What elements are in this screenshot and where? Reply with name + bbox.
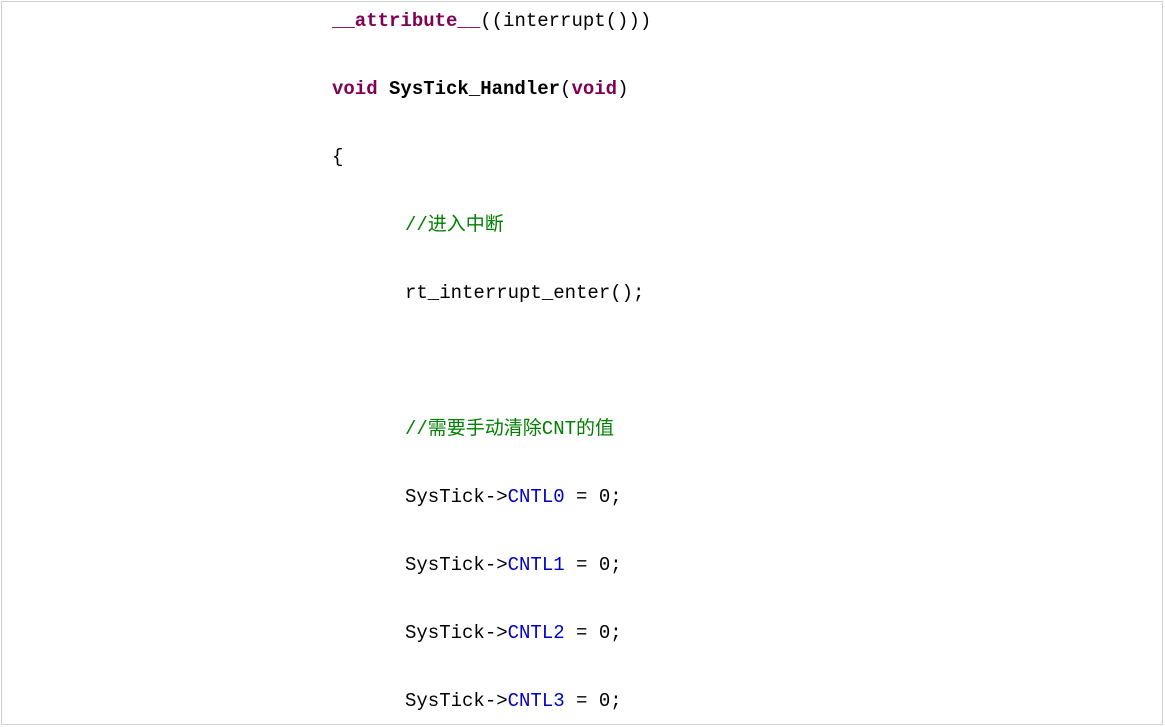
field: CNTL1 bbox=[508, 554, 565, 576]
assign-tail: = 0; bbox=[565, 690, 622, 712]
code-line: SysTick->CNTL1 = 0; bbox=[2, 548, 1162, 582]
assign-tail: = 0; bbox=[565, 554, 622, 576]
indent: SysTick->CNTL0 = 0; bbox=[332, 480, 622, 514]
code-block: __attribute__((interrupt())) void SysTic… bbox=[2, 4, 1162, 727]
code-line-blank bbox=[2, 344, 1162, 378]
indent: rt_interrupt_enter(); bbox=[332, 276, 644, 310]
systick-prefix: SysTick-> bbox=[405, 690, 508, 712]
systick-prefix: SysTick-> bbox=[405, 486, 508, 508]
systick-prefix: SysTick-> bbox=[405, 622, 508, 644]
attribute-args: ((interrupt())) bbox=[480, 10, 651, 32]
code-line: rt_interrupt_enter(); bbox=[2, 276, 1162, 310]
code-line: //进入中断 bbox=[2, 208, 1162, 242]
indent: SysTick->CNTL1 = 0; bbox=[332, 548, 622, 582]
indent: SysTick->CNTL3 = 0; bbox=[332, 684, 622, 718]
paren-open: ( bbox=[560, 78, 571, 100]
keyword-void: void bbox=[571, 78, 617, 100]
code-line: { bbox=[2, 140, 1162, 174]
systick-prefix: SysTick-> bbox=[405, 554, 508, 576]
field: CNTL3 bbox=[508, 690, 565, 712]
function-name: SysTick_Handler bbox=[389, 78, 560, 100]
call: rt_interrupt_enter(); bbox=[405, 282, 644, 304]
code-line: __attribute__((interrupt())) bbox=[2, 4, 1162, 38]
code-line: void SysTick_Handler(void) bbox=[2, 72, 1162, 106]
paren-close: ) bbox=[617, 78, 628, 100]
code-line: SysTick->CNTL3 = 0; bbox=[2, 684, 1162, 718]
comment: //需要手动清除CNT的值 bbox=[405, 418, 614, 440]
indent: //需要手动清除CNT的值 bbox=[332, 412, 614, 446]
code-frame: __attribute__((interrupt())) void SysTic… bbox=[1, 1, 1163, 725]
code-line: //需要手动清除CNT的值 bbox=[2, 412, 1162, 446]
assign-tail: = 0; bbox=[565, 622, 622, 644]
assign-tail: = 0; bbox=[565, 486, 622, 508]
field: CNTL2 bbox=[508, 622, 565, 644]
space bbox=[378, 78, 389, 100]
attribute-keyword: __attribute__ bbox=[332, 10, 480, 32]
keyword-void: void bbox=[332, 78, 378, 100]
brace-open: { bbox=[332, 146, 343, 168]
code-line: SysTick->CNTL0 = 0; bbox=[2, 480, 1162, 514]
code-line: SysTick->CNTL2 = 0; bbox=[2, 616, 1162, 650]
field: CNTL0 bbox=[508, 486, 565, 508]
comment: //进入中断 bbox=[405, 214, 504, 236]
indent: SysTick->CNTL2 = 0; bbox=[332, 616, 622, 650]
indent: //进入中断 bbox=[332, 208, 504, 242]
